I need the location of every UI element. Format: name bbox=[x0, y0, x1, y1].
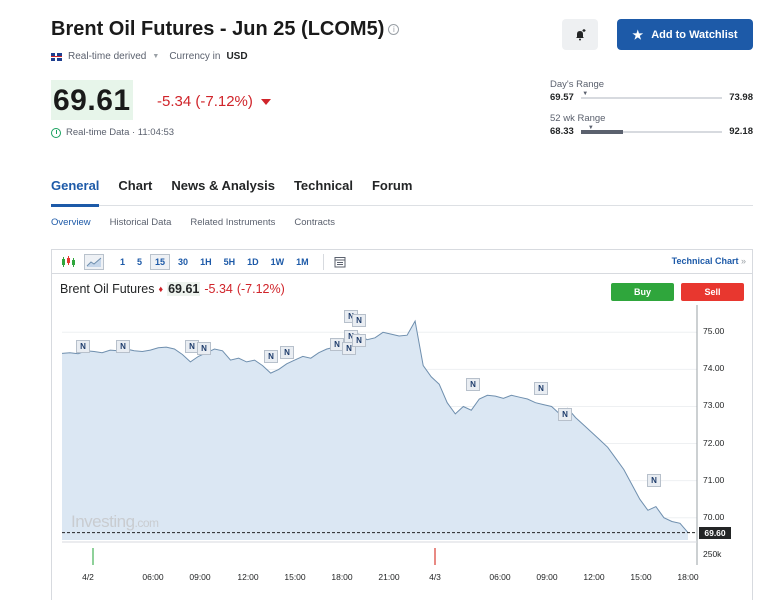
main-tabs: General Chart News & Analysis Technical … bbox=[51, 178, 753, 207]
tab-forum[interactable]: Forum bbox=[372, 178, 412, 206]
x-tick-label: 4/3 bbox=[429, 572, 441, 582]
news-badge-icon[interactable]: N bbox=[534, 382, 548, 395]
bell-plus-icon bbox=[576, 28, 586, 40]
chart-widget: 1 5 15 30 1H 5H 1D 1W 1M Technical Chart… bbox=[51, 249, 753, 600]
range-marker-icon: ▼ bbox=[587, 124, 594, 131]
realtime-derived-label[interactable]: Real-time derived bbox=[68, 51, 146, 62]
x-tick-label: 06:00 bbox=[142, 572, 164, 582]
tab-chart[interactable]: Chart bbox=[118, 178, 152, 206]
subtab-overview[interactable]: Overview bbox=[51, 217, 91, 228]
week52-range: 52 wk Range 68.33 ▼ 92.18 bbox=[550, 113, 753, 137]
range-marker-icon: ▼ bbox=[582, 90, 589, 97]
change-percent: (-7.12%) bbox=[195, 93, 253, 110]
days-range-bar: ▼ bbox=[580, 91, 723, 99]
y-tick-label: 70.00 bbox=[703, 511, 725, 522]
news-badge-icon[interactable]: N bbox=[647, 474, 661, 487]
subtab-historical-data[interactable]: Historical Data bbox=[110, 217, 172, 228]
days-range-high: 73.98 bbox=[729, 92, 753, 103]
y-tick-label: 75.00 bbox=[703, 326, 725, 337]
week52-range-bar: ▼ bbox=[580, 125, 723, 134]
x-tick-label: 12:00 bbox=[583, 572, 605, 582]
volume-bar bbox=[434, 548, 436, 565]
price-area bbox=[62, 321, 688, 540]
last-price-tag: 69.60 bbox=[699, 526, 731, 539]
x-tick-label: 15:00 bbox=[630, 572, 652, 582]
realtime-timestamp: Real-time Data · 11:04:53 bbox=[66, 127, 175, 138]
y-tick-label: 74.00 bbox=[703, 363, 725, 374]
x-tick-label: 18:00 bbox=[331, 572, 353, 582]
last-price: 69.61 bbox=[53, 84, 131, 117]
currency-value: USD bbox=[226, 51, 248, 62]
x-tick-label: 21:00 bbox=[378, 572, 400, 582]
uk-flag-icon bbox=[51, 52, 62, 61]
x-tick-label: 15:00 bbox=[284, 572, 306, 582]
chevron-down-icon[interactable]: ▼ bbox=[152, 53, 159, 60]
days-range-low: 69.57 bbox=[550, 92, 574, 103]
days-range-label: Day's Range bbox=[550, 79, 605, 90]
news-badge-icon[interactable]: N bbox=[116, 340, 130, 353]
x-tick-label: 18:00 bbox=[677, 572, 699, 582]
subtab-related-instruments[interactable]: Related Instruments bbox=[190, 217, 275, 228]
x-tick-label: 09:00 bbox=[189, 572, 211, 582]
currency-label: Currency in bbox=[169, 51, 221, 62]
week52-range-low: 68.33 bbox=[550, 126, 574, 137]
instrument-meta: Real-time derived ▼ Currency in USD bbox=[51, 51, 248, 62]
investing-watermark: Investing.com bbox=[71, 512, 159, 531]
week52-range-label: 52 wk Range bbox=[550, 113, 606, 124]
add-to-watchlist-button[interactable]: ★ Add to Watchlist bbox=[617, 19, 753, 50]
page-title: Brent Oil Futures - Jun 25 (LCOM5) i bbox=[51, 18, 400, 41]
news-badge-icon[interactable]: N bbox=[352, 314, 366, 327]
volume-axis-label: 250k bbox=[703, 549, 722, 559]
week52-range-high: 92.18 bbox=[729, 126, 753, 137]
info-icon[interactable]: i bbox=[388, 24, 400, 36]
news-badge-icon[interactable]: N bbox=[352, 334, 366, 347]
news-badge-icon[interactable]: N bbox=[558, 408, 572, 421]
tab-technical[interactable]: Technical bbox=[294, 178, 353, 206]
days-range: Day's Range 69.57 ▼ 73.98 bbox=[550, 79, 753, 103]
news-badge-icon[interactable]: N bbox=[264, 350, 278, 363]
realtime-data: Real-time Data · 11:04:53 bbox=[51, 127, 174, 138]
clock-icon bbox=[51, 127, 61, 138]
alert-button[interactable] bbox=[562, 19, 598, 50]
tab-general[interactable]: General bbox=[51, 178, 100, 207]
x-tick-label: 09:00 bbox=[536, 572, 558, 582]
y-tick-label: 73.00 bbox=[703, 400, 725, 411]
add-to-watchlist-label: Add to Watchlist bbox=[651, 28, 738, 41]
y-tick-label: 71.00 bbox=[703, 474, 725, 485]
news-badge-icon[interactable]: N bbox=[280, 346, 294, 359]
x-tick-label: 12:00 bbox=[237, 572, 259, 582]
subtab-contracts[interactable]: Contracts bbox=[294, 217, 335, 228]
star-icon: ★ bbox=[632, 27, 644, 42]
arrow-down-icon bbox=[261, 99, 272, 106]
y-tick-label: 72.00 bbox=[703, 437, 725, 448]
price-chart[interactable] bbox=[52, 250, 752, 600]
news-badge-icon[interactable]: N bbox=[197, 342, 211, 355]
news-badge-icon[interactable]: N bbox=[466, 378, 480, 391]
tab-news-analysis[interactable]: News & Analysis bbox=[171, 178, 275, 206]
x-tick-label: 06:00 bbox=[489, 572, 511, 582]
volume-bar bbox=[92, 548, 94, 565]
price-highlight: 69.61 bbox=[51, 80, 133, 120]
price-change: -5.34 (-7.12%) bbox=[157, 93, 272, 110]
news-badge-icon[interactable]: N bbox=[76, 340, 90, 353]
x-tick-label: 4/2 bbox=[82, 572, 94, 582]
change-value: -5.34 bbox=[157, 93, 192, 110]
sub-tabs: Overview Historical Data Related Instrum… bbox=[51, 217, 335, 228]
